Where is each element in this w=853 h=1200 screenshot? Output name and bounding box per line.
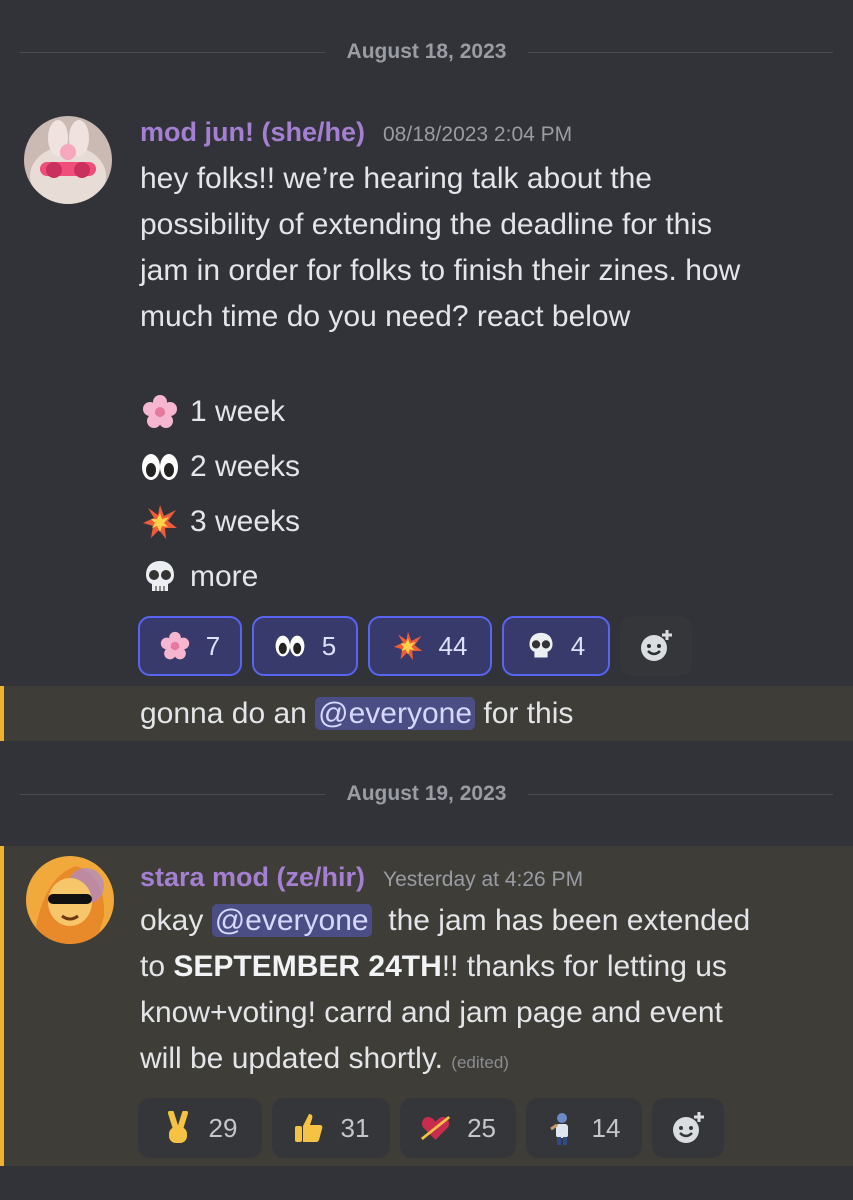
option-label: 2 weeks (190, 450, 301, 483)
reaction-count: 31 (340, 1112, 370, 1143)
reaction-bar: 7 5 44 4 (138, 616, 692, 676)
author-name[interactable]: stara mod (ze/hir) (140, 862, 365, 893)
date-divider-label: August 18, 2023 (346, 40, 507, 63)
reaction-thumbs-up[interactable]: 31 (272, 1098, 390, 1158)
avatar[interactable] (24, 116, 112, 204)
option-label: 1 week (190, 395, 286, 428)
reaction-heart-arrow[interactable]: 25 (400, 1098, 516, 1158)
cherry-blossom-icon (140, 392, 180, 432)
thumbs-up-icon (294, 1114, 322, 1142)
skull-icon (140, 557, 180, 597)
message-line: jam in order for folks to finish their z… (140, 254, 741, 287)
reaction-cherry-blossom[interactable]: 7 (138, 616, 242, 676)
mention-everyone[interactable]: @everyone (211, 904, 372, 937)
reaction-count: 14 (591, 1112, 621, 1143)
author-name[interactable]: mod jun! (she/he) (140, 117, 365, 148)
option-1-week: 1 week (140, 392, 285, 432)
timestamp: 08/18/2023 2:04 PM (383, 123, 573, 146)
reaction-count: 25 (467, 1112, 496, 1143)
reaction-skull[interactable]: 4 (502, 616, 610, 676)
message-content: okay @everyone the jam has been extended… (140, 898, 830, 1086)
add-reaction-icon (673, 1112, 704, 1143)
message-content: hey folks!! we’re hearing talk about the… (140, 156, 830, 340)
message-text: gonna do an (140, 697, 316, 730)
message-line: will be updated shortly. (edited) (140, 1036, 830, 1086)
timestamp: Yesterday at 4:26 PM (383, 868, 584, 891)
message-line: to SEPTEMBER 24TH!! thanks for letting u… (140, 944, 830, 990)
divider-line (528, 793, 833, 795)
message-text: the jam has been extended (371, 904, 751, 937)
message-followup[interactable]: gonna do an @everyone for this (0, 686, 853, 741)
eyes-icon (140, 447, 180, 487)
option-label: 3 weeks (190, 505, 301, 538)
message-line: possibility of extending the deadline fo… (140, 208, 713, 241)
victory-hand-icon (167, 1111, 188, 1143)
avatar-image (24, 116, 112, 204)
message-content: gonna do an @everyone for this (140, 691, 830, 737)
avatar-image (26, 856, 114, 944)
reaction-eyes[interactable]: 5 (252, 616, 358, 676)
reaction-bar: 29 31 25 14 (138, 1098, 724, 1158)
heart-arrow-icon (420, 1115, 451, 1141)
cherry-blossom-icon (160, 631, 189, 660)
collision-icon (393, 631, 422, 661)
reaction-person-figure[interactable]: 14 (526, 1098, 642, 1158)
divider-line (20, 793, 325, 795)
date-divider: August 18, 2023 (20, 40, 833, 63)
avatar[interactable] (26, 856, 114, 944)
reaction-count: 44 (438, 630, 468, 661)
divider-line (20, 51, 325, 53)
divider-line (528, 51, 833, 53)
add-reaction-button[interactable] (652, 1098, 724, 1158)
message-line: much time do you need? react below (140, 300, 631, 333)
reaction-count: 29 (208, 1112, 238, 1143)
message-text: okay (140, 904, 212, 937)
reaction-count: 4 (570, 630, 586, 661)
collision-icon (140, 502, 180, 542)
reaction-victory-hand[interactable]: 29 (138, 1098, 262, 1158)
message-text: for this (475, 697, 574, 730)
message-text: to (140, 950, 174, 983)
message-line: hey folks!! we’re hearing talk about the (140, 162, 652, 195)
message-line: know+voting! carrd and jam page and even… (140, 996, 723, 1029)
message-text: will be updated shortly. (140, 1042, 443, 1075)
option-label: more (190, 560, 259, 593)
add-reaction-icon (641, 630, 672, 661)
reaction-collision[interactable]: 44 (368, 616, 492, 676)
message-line: okay @everyone the jam has been extended (140, 898, 830, 944)
eyes-icon (275, 635, 305, 657)
deadline-date: SEPTEMBER 24TH (173, 950, 442, 983)
reaction-count: 5 (321, 630, 337, 661)
option-more: more (140, 557, 258, 597)
option-2-weeks: 2 weeks (140, 447, 300, 487)
message-stara-mod[interactable]: stara mod (ze/hir) Yesterday at 4:26 PM … (0, 846, 853, 1166)
date-divider: August 19, 2023 (20, 782, 833, 805)
date-divider-label: August 19, 2023 (346, 782, 507, 805)
person-figure-icon (549, 1113, 568, 1145)
option-3-weeks: 3 weeks (140, 502, 300, 542)
message-text: !! thanks for letting us (441, 950, 727, 983)
mention-everyone[interactable]: @everyone (315, 697, 476, 730)
reaction-count: 7 (205, 630, 221, 661)
add-reaction-button[interactable] (620, 616, 692, 676)
edited-tag: (edited) (451, 1053, 509, 1072)
skull-icon (529, 632, 553, 658)
